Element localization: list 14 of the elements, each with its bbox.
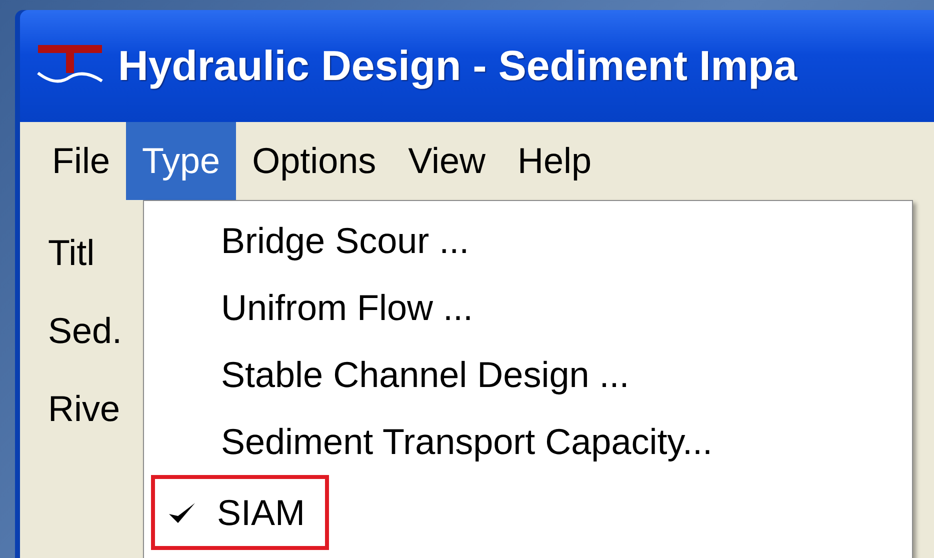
menu-option[interactable]: SIAM bbox=[151, 475, 330, 550]
menu-option[interactable]: Bridge Scour ... bbox=[144, 207, 912, 274]
menu-option[interactable]: Sediment Transport Capacity... bbox=[144, 408, 912, 475]
menu-item[interactable]: Options bbox=[236, 122, 392, 200]
menu-item[interactable]: File bbox=[36, 122, 126, 200]
field-label: Titl bbox=[48, 232, 95, 274]
field-label: Rive bbox=[48, 388, 120, 430]
menu-option[interactable]: Unifrom Flow ... bbox=[144, 274, 912, 341]
menu-item[interactable]: Type bbox=[126, 122, 236, 200]
menu-option[interactable]: Stable Channel Design ... bbox=[144, 341, 912, 408]
field-label: Sed. bbox=[48, 310, 122, 352]
menu-item[interactable]: View bbox=[392, 122, 502, 200]
window-title: Hydraulic Design - Sediment Impa bbox=[118, 42, 798, 90]
menu-item[interactable]: Help bbox=[502, 122, 608, 200]
